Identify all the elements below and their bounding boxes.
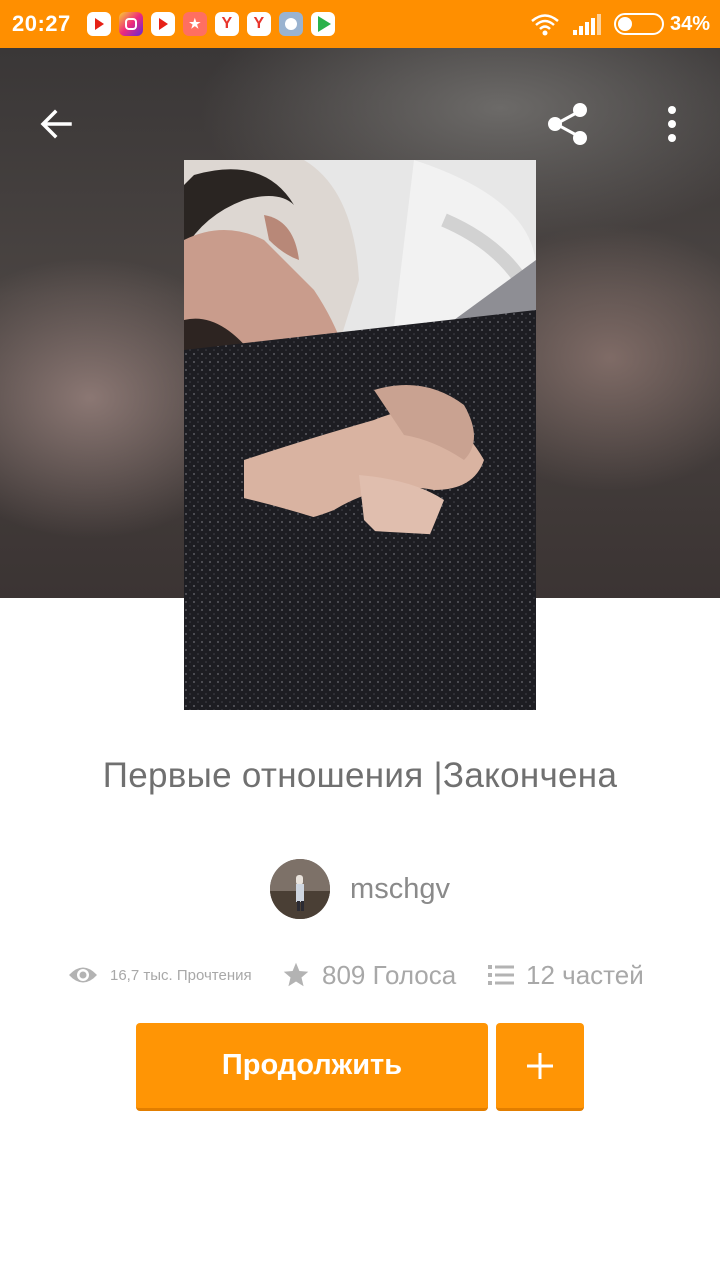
share-button[interactable] — [540, 96, 596, 152]
parts-stat[interactable]: 12 частей — [488, 960, 644, 991]
wifi-icon — [531, 14, 559, 36]
eye-icon — [69, 967, 97, 983]
share-icon — [548, 103, 587, 145]
arrow-left-icon — [40, 109, 72, 139]
cover-image — [184, 160, 536, 710]
story-title: Первые отношения |Закончена — [102, 756, 618, 795]
signal-icon — [572, 14, 601, 35]
gift-icon: ★ — [182, 12, 207, 36]
battery-indicator: 34% — [613, 12, 710, 36]
add-to-library-button[interactable] — [496, 1023, 584, 1111]
avatar-image — [270, 859, 331, 919]
battery-percent: 34% — [669, 12, 710, 35]
status-bar: 20:27 ★ Y Y 34% — [0, 0, 720, 48]
play-store-icon — [310, 12, 335, 36]
star-icon — [283, 962, 309, 987]
story-stats: 16,7 тыс. Прочтения 809 Голоса 12 частей — [68, 954, 660, 996]
list-icon — [488, 965, 514, 985]
yandex-icon: Y — [246, 12, 271, 36]
votes-stat: 809 Голоса — [282, 960, 488, 991]
status-right: 34% — [530, 12, 710, 36]
app-icon — [278, 12, 303, 36]
more-options-button[interactable] — [644, 96, 700, 152]
continue-reading-button[interactable]: Продолжить — [136, 1023, 488, 1111]
battery-icon — [613, 13, 664, 35]
battery-level — [617, 17, 633, 31]
plus-icon — [527, 1052, 553, 1079]
reads-count: 16,7 тыс. Прочтения — [110, 966, 252, 984]
author-name[interactable]: mschgv — [350, 873, 450, 906]
parts-count[interactable]: 12 частей — [526, 960, 644, 991]
back-button[interactable] — [28, 96, 84, 152]
author-row[interactable]: mschgv — [0, 858, 720, 920]
more-vertical-icon — [668, 106, 676, 142]
author-avatar[interactable] — [270, 859, 331, 919]
votes-count: 809 Голоса — [322, 959, 457, 990]
story-cover[interactable] — [184, 160, 536, 710]
notification-icons: ★ Y Y — [86, 12, 335, 36]
yandex-icon: Y — [214, 12, 239, 36]
youtube-icon — [150, 12, 175, 36]
youtube-icon — [86, 12, 111, 36]
reads-stat: 16,7 тыс. Прочтения — [68, 964, 282, 986]
instagram-icon — [118, 12, 143, 36]
status-time: 20:27 — [12, 11, 71, 36]
